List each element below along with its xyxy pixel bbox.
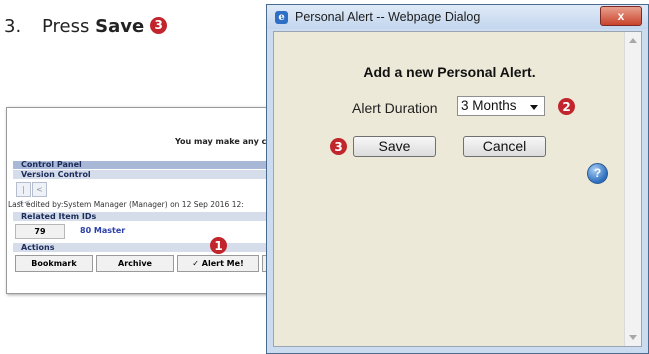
step-bold-word: Save	[95, 16, 145, 37]
alert-duration-select[interactable]: 3 Months	[457, 96, 545, 116]
alert-duration-value: 3 Months	[461, 98, 517, 113]
dialog-heading: Add a new Personal Alert.	[363, 64, 536, 80]
duration-badge: 2	[558, 98, 575, 115]
dialog-title: Personal Alert -- Webpage Dialog	[295, 10, 481, 24]
save-button[interactable]: Save	[353, 136, 436, 157]
dialog-content: Add a new Personal Alert. Alert Duration…	[273, 31, 642, 347]
browser-icon: e	[275, 11, 288, 24]
master-link[interactable]: 80 Master	[80, 226, 125, 235]
last-edited-text: Last edited by:System Manager (Manager) …	[8, 200, 244, 209]
control-panel-header: Control Panel	[13, 161, 307, 169]
item-id-box: 79	[15, 224, 65, 239]
alert-me-badge: 1	[210, 237, 227, 254]
alert-duration-label: Alert Duration	[352, 100, 438, 116]
background-page-panel: You may make any c Control Panel Version…	[6, 107, 308, 294]
actions-header: Actions	[13, 243, 307, 252]
save-badge: 3	[330, 138, 347, 155]
previous-version-button[interactable]: <	[32, 182, 47, 197]
notice-text: You may make any c	[175, 137, 267, 146]
scroll-down-icon[interactable]	[629, 335, 637, 340]
chevron-down-icon	[530, 105, 538, 110]
scroll-up-icon[interactable]	[629, 38, 637, 43]
dialog-titlebar[interactable]: e Personal Alert -- Webpage Dialog x	[267, 5, 648, 29]
cancel-button[interactable]: Cancel	[463, 136, 546, 157]
vertical-scrollbar[interactable]	[624, 32, 641, 346]
first-version-button[interactable]: |<<	[16, 182, 31, 207]
close-button[interactable]: x	[600, 6, 642, 26]
version-control-header: Version Control	[13, 170, 307, 179]
step-prefix: Press	[42, 16, 90, 37]
instruction-step: 3. Press Save 3	[4, 16, 168, 37]
archive-button[interactable]: Archive	[96, 255, 174, 272]
step-badge: 3	[150, 16, 168, 34]
related-item-ids-header: Related Item IDs	[13, 212, 307, 221]
alert-me-button[interactable]: ✓ Alert Me!	[177, 255, 259, 272]
help-icon[interactable]: ?	[587, 163, 608, 184]
step-number: 3.	[4, 16, 22, 37]
personal-alert-dialog: e Personal Alert -- Webpage Dialog x Add…	[266, 4, 649, 354]
bookmark-button[interactable]: Bookmark	[15, 255, 93, 272]
